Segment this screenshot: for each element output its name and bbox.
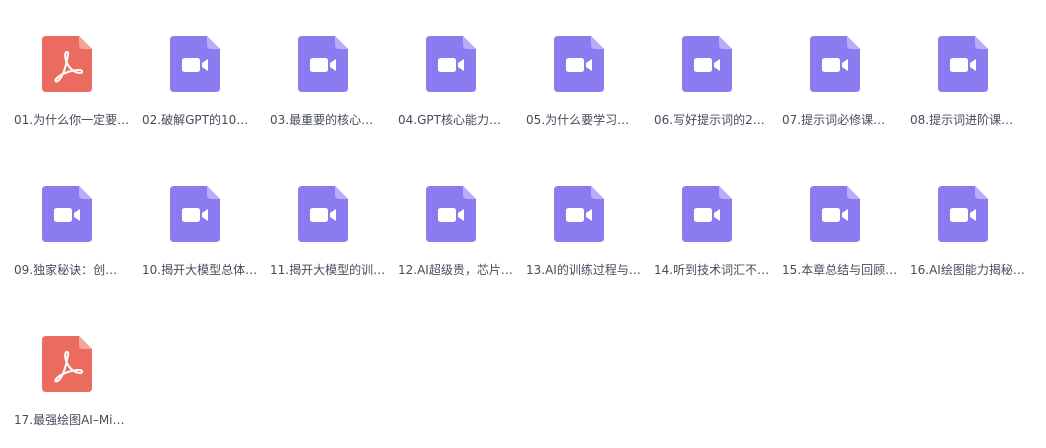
- pdf-icon: [42, 336, 92, 392]
- file-name: 02.破解GPT的10…: [142, 113, 249, 127]
- file-item[interactable]: 03.最重要的核心…: [266, 28, 394, 148]
- file-item[interactable]: 02.破解GPT的10…: [138, 28, 266, 148]
- file-name: 15.本章总结与回顾…: [782, 263, 898, 277]
- file-item[interactable]: 17.最强绘图AI–Mi…: [10, 328, 138, 448]
- file-name: 13.AI的训练过程与…: [526, 263, 641, 277]
- file-item[interactable]: 13.AI的训练过程与…: [522, 178, 650, 298]
- file-name: 10.揭开大模型总体…: [142, 263, 258, 277]
- file-item[interactable]: 04.GPT核心能力…: [394, 28, 522, 148]
- video-icon: [810, 36, 860, 92]
- file-item[interactable]: 15.本章总结与回顾…: [778, 178, 906, 298]
- video-icon: [938, 36, 988, 92]
- file-item[interactable]: 16.AI绘图能力揭秘…: [906, 178, 1034, 298]
- file-item[interactable]: 08.提示词进阶课…: [906, 28, 1034, 148]
- file-name: 08.提示词进阶课…: [910, 113, 1014, 127]
- video-icon: [298, 186, 348, 242]
- file-name: 14.听到技术词汇不…: [654, 263, 770, 277]
- video-icon: [554, 186, 604, 242]
- video-icon: [810, 186, 860, 242]
- file-item[interactable]: 06.写好提示词的2…: [650, 28, 778, 148]
- file-name: 01.为什么你一定要…: [14, 113, 130, 127]
- file-item[interactable]: 01.为什么你一定要…: [10, 28, 138, 148]
- video-icon: [426, 186, 476, 242]
- file-name: 06.写好提示词的2…: [654, 113, 765, 127]
- pdf-icon: [42, 36, 92, 92]
- file-name: 11.揭开大模型的训…: [270, 263, 386, 277]
- video-icon: [298, 36, 348, 92]
- video-icon: [170, 186, 220, 242]
- file-item[interactable]: 05.为什么要学习…: [522, 28, 650, 148]
- file-grid: 01.为什么你一定要… 02.破解GPT的10… 03.最重要的核心… 04.GPT核…: [0, 0, 1046, 444]
- video-icon: [938, 186, 988, 242]
- video-icon: [682, 186, 732, 242]
- video-icon: [426, 36, 476, 92]
- file-item[interactable]: 14.听到技术词汇不…: [650, 178, 778, 298]
- file-item[interactable]: 07.提示词必修课…: [778, 28, 906, 148]
- file-item[interactable]: 09.独家秘诀：创…: [10, 178, 138, 298]
- file-name: 05.为什么要学习…: [526, 113, 630, 127]
- video-icon: [170, 36, 220, 92]
- video-icon: [42, 186, 92, 242]
- video-icon: [682, 36, 732, 92]
- file-item[interactable]: 11.揭开大模型的训…: [266, 178, 394, 298]
- file-name: 09.独家秘诀：创…: [14, 263, 118, 277]
- video-icon: [554, 36, 604, 92]
- file-name: 12.AI超级贵，芯片…: [398, 263, 513, 277]
- file-name: 04.GPT核心能力…: [398, 113, 501, 127]
- file-name: 03.最重要的核心…: [270, 113, 374, 127]
- file-name: 07.提示词必修课…: [782, 113, 886, 127]
- file-item[interactable]: 12.AI超级贵，芯片…: [394, 178, 522, 298]
- file-name: 16.AI绘图能力揭秘…: [910, 263, 1025, 277]
- file-name: 17.最强绘图AI–Mi…: [14, 413, 125, 427]
- file-item[interactable]: 10.揭开大模型总体…: [138, 178, 266, 298]
